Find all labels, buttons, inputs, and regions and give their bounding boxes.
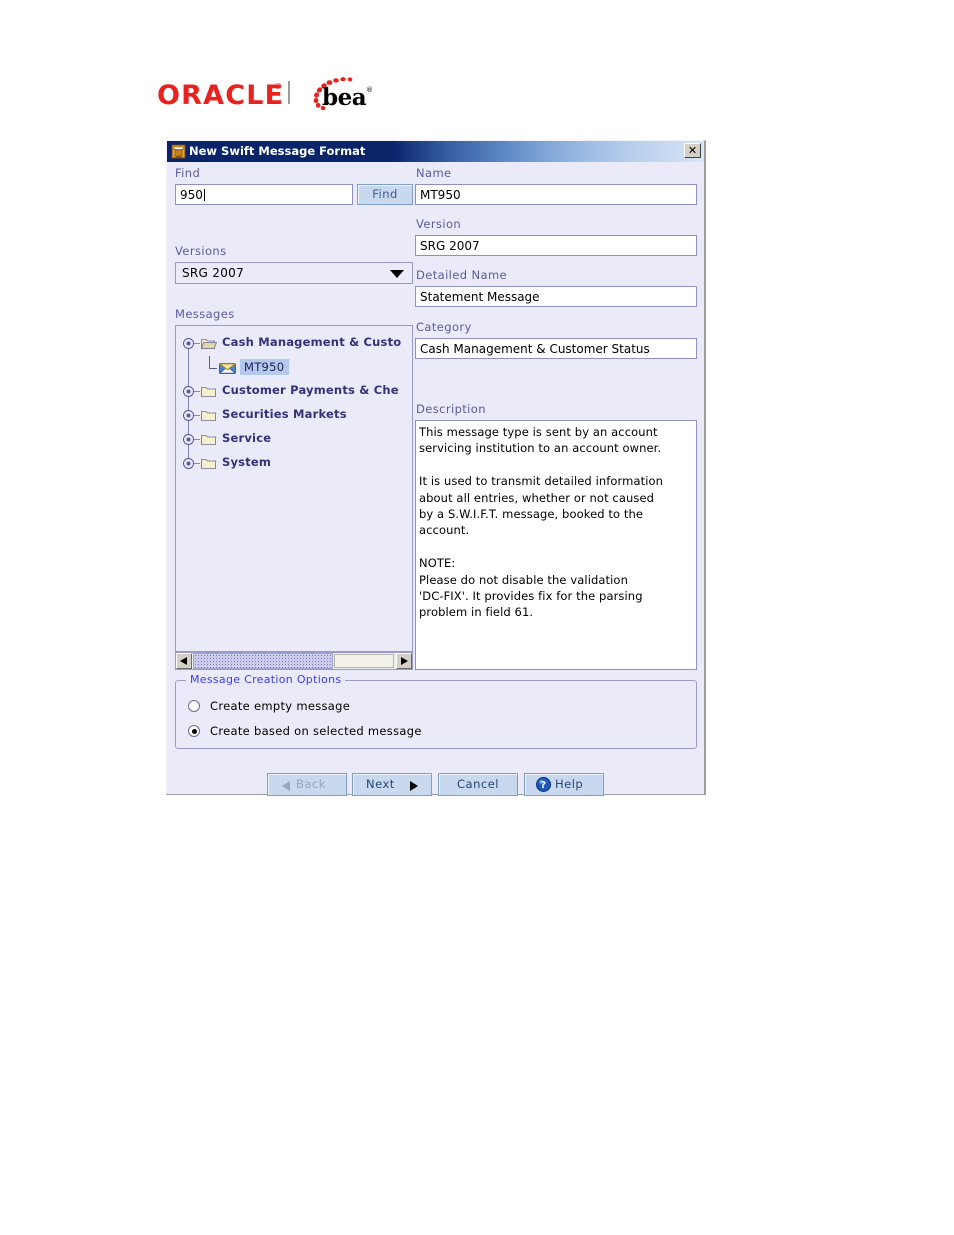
- find-label: Find: [175, 166, 201, 180]
- logo-divider: [288, 81, 290, 104]
- folder-icon: [201, 387, 216, 397]
- chevron-down-icon: [390, 270, 404, 278]
- messages-tree[interactable]: Cash Management & Custo MT950 Customer P…: [175, 325, 413, 652]
- next-button[interactable]: Next: [352, 773, 432, 796]
- tree-node-securities-markets[interactable]: Securities Markets: [176, 404, 412, 428]
- tree-node-service[interactable]: Service: [176, 428, 412, 452]
- name-field[interactable]: MT950: [415, 184, 697, 205]
- tree-node-label: Service: [222, 431, 272, 445]
- radio-button-unselected[interactable]: [188, 700, 200, 712]
- text-caret: [203, 189, 205, 201]
- expand-handle-icon[interactable]: [183, 434, 194, 445]
- folder-icon: [201, 459, 216, 469]
- tree-node-label: Securities Markets: [222, 407, 347, 421]
- tree-node-label-selected: MT950: [240, 359, 290, 375]
- dialog-title: New Swift Message Format: [189, 144, 366, 158]
- scrollbar-thumb[interactable]: [193, 653, 333, 669]
- radio-label: Create based on selected message: [210, 724, 422, 738]
- coffee-cup-icon: [171, 144, 186, 159]
- tree-node-label: System: [222, 455, 272, 469]
- tree-horizontal-scrollbar[interactable]: [175, 652, 413, 670]
- new-swift-message-format-dialog: New Swift Message Format ✕ Find 950 Find…: [166, 140, 706, 796]
- options-group-legend: Message Creation Options: [186, 673, 346, 686]
- dialog-title-bar: New Swift Message Format ✕: [167, 141, 704, 162]
- close-icon[interactable]: ✕: [684, 143, 701, 158]
- cancel-button[interactable]: Cancel: [438, 773, 518, 796]
- category-label: Category: [416, 320, 472, 334]
- tree-stub: [194, 343, 200, 344]
- dialog-body: Find 950 Find Versions SRG 2007 Messages: [167, 162, 704, 796]
- detailed-name-field[interactable]: Statement Message: [415, 286, 697, 307]
- tree-stub: [194, 415, 200, 416]
- category-field[interactable]: Cash Management & Customer Status: [415, 338, 697, 359]
- tree-node-system[interactable]: System: [176, 452, 412, 476]
- search-input[interactable]: 950: [175, 184, 353, 205]
- arrow-left-icon: [282, 781, 290, 791]
- help-button[interactable]: ? Help: [524, 773, 604, 796]
- tree-elbow-vertical: [209, 356, 210, 368]
- tree-stub: [194, 463, 200, 464]
- description-text: This message type is sent by an account …: [419, 425, 664, 620]
- find-button[interactable]: Find: [357, 184, 413, 205]
- description-field[interactable]: This message type is sent by an account …: [415, 420, 697, 670]
- bea-wordmark: bea: [322, 84, 367, 111]
- svg-text:?: ?: [540, 780, 546, 791]
- bea-registered-mark: ®: [366, 86, 373, 94]
- versions-label: Versions: [175, 244, 227, 258]
- versions-selected-value: SRG 2007: [182, 266, 245, 280]
- description-label: Description: [416, 402, 486, 416]
- folder-icon: [201, 435, 216, 445]
- collapse-handle-icon[interactable]: [183, 338, 194, 349]
- oracle-wordmark: ORACLE: [157, 80, 285, 111]
- folder-icon: [201, 411, 216, 421]
- next-button-label: Next: [366, 777, 395, 791]
- versions-select[interactable]: SRG 2007: [175, 262, 413, 284]
- tree-elbow-horizontal: [209, 368, 217, 369]
- radio-button-selected[interactable]: [188, 725, 200, 737]
- expand-handle-icon[interactable]: [183, 386, 194, 397]
- mail-message-icon: [219, 363, 236, 374]
- arrow-right-icon: [410, 781, 418, 791]
- tree-node-customer-payments[interactable]: Customer Payments & Che: [176, 380, 412, 404]
- tree-node-label: Customer Payments & Che: [222, 383, 399, 397]
- message-creation-options-group: Message Creation Options Create empty me…: [175, 673, 697, 749]
- radio-label: Create empty message: [210, 699, 351, 713]
- tree-node-cash-management[interactable]: Cash Management & Custo: [176, 332, 412, 356]
- scrollbar-track[interactable]: [334, 654, 394, 668]
- expand-handle-icon[interactable]: [183, 410, 194, 421]
- expand-handle-icon[interactable]: [183, 458, 194, 469]
- help-question-icon: ?: [536, 777, 551, 792]
- bea-logo: bea ®: [304, 77, 374, 111]
- oracle-bea-logo: ORACLE ® bea ®: [157, 72, 387, 120]
- tree-node-mt950[interactable]: MT950: [176, 356, 412, 380]
- name-label: Name: [416, 166, 452, 180]
- back-button-label: Back: [296, 777, 326, 791]
- tree-node-label: Cash Management & Custo: [222, 335, 402, 349]
- open-folder-icon: [201, 339, 217, 349]
- scroll-left-icon[interactable]: [176, 653, 192, 669]
- detailed-name-label: Detailed Name: [416, 268, 508, 282]
- find-input-value: 950: [180, 188, 203, 202]
- tree-stub: [194, 391, 200, 392]
- version-field[interactable]: SRG 2007: [415, 235, 697, 256]
- messages-label: Messages: [175, 307, 235, 321]
- help-button-label: Help: [555, 777, 584, 791]
- tree-stub: [194, 439, 200, 440]
- oracle-registered-mark: ®: [274, 82, 282, 91]
- back-button[interactable]: Back: [267, 773, 347, 796]
- scroll-right-icon[interactable]: [396, 653, 412, 669]
- version-label: Version: [416, 217, 462, 231]
